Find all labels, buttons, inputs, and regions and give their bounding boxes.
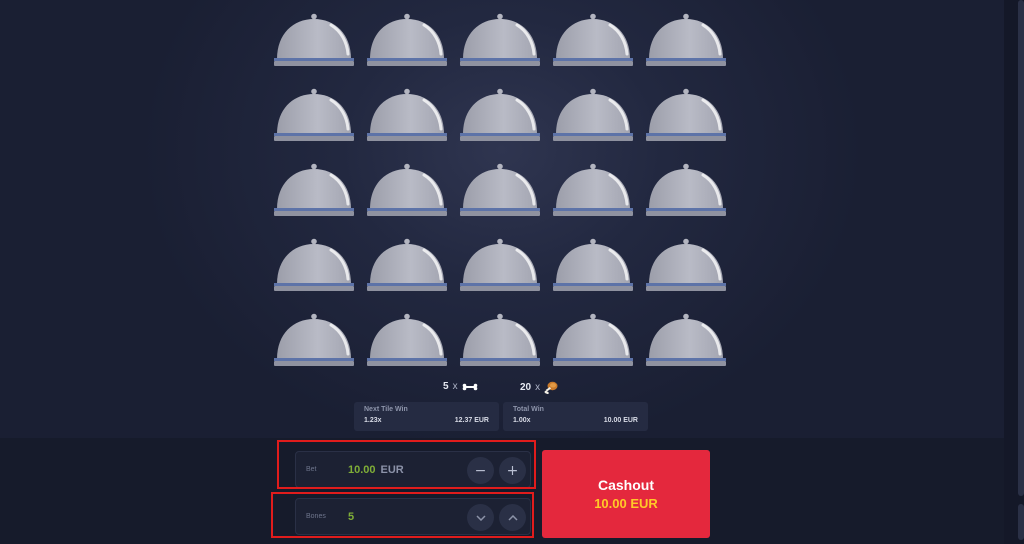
cloche-tile[interactable] bbox=[645, 312, 727, 370]
cloche-tile[interactable] bbox=[273, 12, 355, 70]
cloche-tile[interactable] bbox=[645, 12, 727, 70]
cloche-tile[interactable] bbox=[366, 87, 448, 145]
cloche-tile[interactable] bbox=[366, 162, 448, 220]
cloche-tile[interactable] bbox=[459, 162, 541, 220]
cashout-label: Cashout bbox=[598, 477, 654, 493]
cloche-tile[interactable] bbox=[552, 12, 634, 70]
cloche-tile[interactable] bbox=[366, 12, 448, 70]
cloche-icon bbox=[553, 163, 633, 216]
total-win-amount: 10.00 EUR bbox=[603, 417, 638, 424]
cloche-tile[interactable] bbox=[552, 312, 634, 370]
cloche-icon bbox=[460, 238, 540, 291]
cloche-tile[interactable] bbox=[645, 162, 727, 220]
cloche-icon bbox=[367, 238, 447, 291]
cloche-icon bbox=[646, 13, 726, 66]
cloche-icon bbox=[646, 163, 726, 216]
cloche-tile[interactable] bbox=[552, 237, 634, 295]
bet-highlight-box bbox=[277, 440, 536, 489]
cashout-button[interactable]: Cashout 10.00 EUR bbox=[542, 450, 710, 538]
cloche-tile[interactable] bbox=[645, 87, 727, 145]
cloche-icon bbox=[646, 238, 726, 291]
cloche-icon bbox=[274, 88, 354, 141]
cloche-tile[interactable] bbox=[459, 237, 541, 295]
bones-count-separator: x bbox=[452, 381, 458, 392]
total-win-multiplier: 1.00x bbox=[513, 417, 531, 424]
cloche-tile[interactable] bbox=[459, 12, 541, 70]
next-tile-win-title: Next Tile Win bbox=[364, 406, 408, 413]
cloche-icon bbox=[367, 163, 447, 216]
cloche-tile[interactable] bbox=[273, 87, 355, 145]
cloche-icon bbox=[646, 313, 726, 366]
bones-count: 5 x bbox=[443, 381, 478, 392]
cloche-tile[interactable] bbox=[459, 87, 541, 145]
food-count-separator: x bbox=[535, 382, 541, 393]
next-tile-win-multiplier: 1.23x bbox=[364, 417, 382, 424]
bone-icon bbox=[462, 383, 477, 390]
cloche-icon bbox=[367, 313, 447, 366]
cloche-icon bbox=[460, 163, 540, 216]
chicken-leg-icon bbox=[544, 381, 558, 394]
cloche-tile[interactable] bbox=[273, 312, 355, 370]
cloche-icon bbox=[274, 313, 354, 366]
cloche-icon bbox=[367, 88, 447, 141]
cloche-icon bbox=[553, 313, 633, 366]
item-counts: 5 x 20 x bbox=[354, 381, 649, 395]
tile-grid bbox=[273, 12, 727, 370]
cloche-icon bbox=[460, 13, 540, 66]
cloche-icon bbox=[460, 313, 540, 366]
bones-count-value: 5 bbox=[443, 381, 449, 392]
cloche-icon bbox=[553, 88, 633, 141]
cloche-icon bbox=[553, 13, 633, 66]
total-win-panel: Total Win 1.00x 10.00 EUR bbox=[503, 402, 648, 431]
cloche-icon bbox=[460, 88, 540, 141]
cloche-icon bbox=[646, 88, 726, 141]
food-count-value: 20 bbox=[520, 382, 532, 393]
cloche-icon bbox=[274, 163, 354, 216]
scrollbar[interactable] bbox=[1004, 0, 1024, 544]
cloche-tile[interactable] bbox=[366, 312, 448, 370]
game-area: 5 x 20 x Next Tile Win 1.23x 12.37 EUR T… bbox=[0, 0, 1004, 438]
cloche-tile[interactable] bbox=[645, 237, 727, 295]
bones-highlight-box bbox=[271, 492, 534, 538]
cloche-icon bbox=[274, 238, 354, 291]
cloche-tile[interactable] bbox=[273, 237, 355, 295]
cloche-tile[interactable] bbox=[273, 162, 355, 220]
cloche-icon bbox=[274, 13, 354, 66]
next-tile-win-amount: 12.37 EUR bbox=[454, 417, 489, 424]
cashout-amount: 10.00 EUR bbox=[594, 496, 658, 511]
food-count: 20 x bbox=[520, 381, 558, 394]
next-tile-win-panel: Next Tile Win 1.23x 12.37 EUR bbox=[354, 402, 499, 431]
cloche-tile[interactable] bbox=[459, 312, 541, 370]
cloche-tile[interactable] bbox=[366, 237, 448, 295]
cloche-tile[interactable] bbox=[552, 162, 634, 220]
scrollbar-thumb[interactable] bbox=[1018, 0, 1024, 496]
cloche-tile[interactable] bbox=[552, 87, 634, 145]
cloche-icon bbox=[553, 238, 633, 291]
cloche-icon bbox=[367, 13, 447, 66]
total-win-title: Total Win bbox=[513, 406, 544, 413]
scrollbar-thumb-lower[interactable] bbox=[1018, 504, 1024, 540]
